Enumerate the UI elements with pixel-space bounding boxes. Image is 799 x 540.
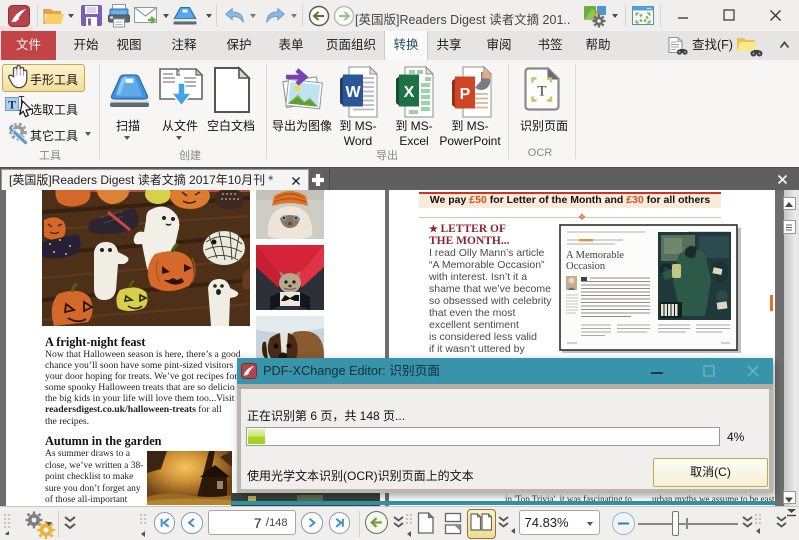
svg-text:P: P [460, 86, 471, 103]
svg-text:T: T [8, 98, 16, 112]
svg-text:X: X [404, 84, 415, 101]
svg-text:Occasion: Occasion [566, 261, 606, 272]
svg-text:T: T [537, 84, 546, 100]
svg-text:A Memorable: A Memorable [566, 250, 624, 261]
svg-text:W: W [345, 84, 361, 101]
